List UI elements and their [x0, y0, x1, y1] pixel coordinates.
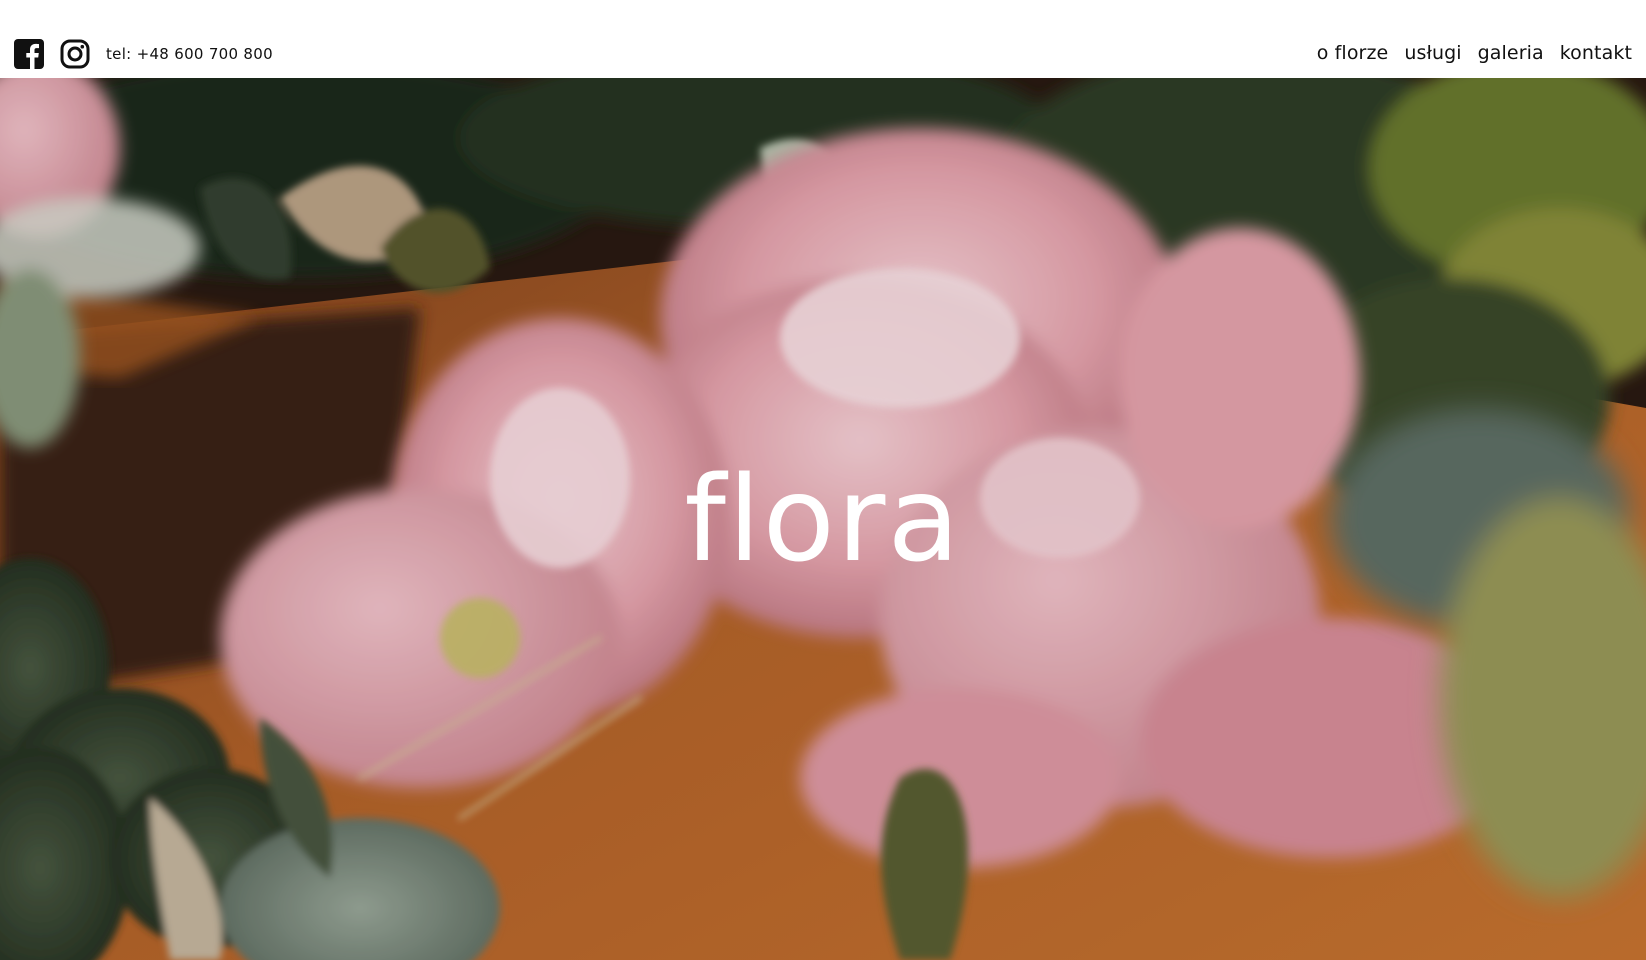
main-nav: o florze usługi galeria kontakt — [1301, 42, 1632, 64]
nav-item-o-florze[interactable]: o florze — [1317, 42, 1389, 64]
phone-number[interactable]: tel: +48 600 700 800 — [106, 45, 273, 63]
instagram-icon[interactable] — [60, 39, 90, 69]
nav-item-uslugi[interactable]: usługi — [1404, 42, 1461, 64]
facebook-icon[interactable] — [14, 39, 44, 69]
site-header: tel: +48 600 700 800 o florze usługi gal… — [0, 0, 1646, 78]
social-links: tel: +48 600 700 800 — [14, 38, 273, 70]
nav-item-kontakt[interactable]: kontakt — [1560, 42, 1632, 64]
nav-item-galeria[interactable]: galeria — [1478, 42, 1544, 64]
site-logo: flora — [684, 450, 962, 588]
hero-section: flora — [0, 78, 1646, 960]
